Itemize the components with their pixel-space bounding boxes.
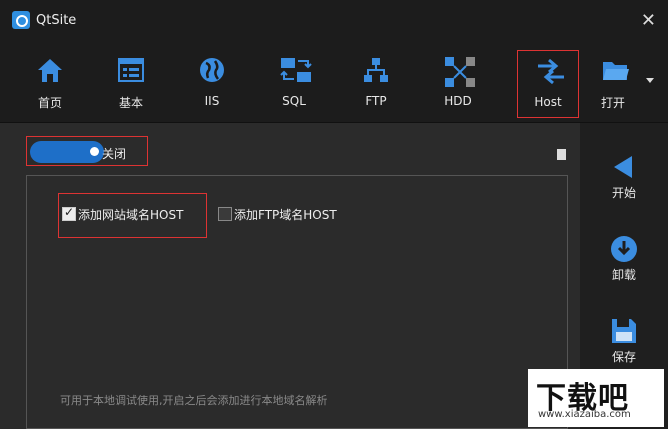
host-settings-panel: 关闭 添加网站域名HOST 添加FTP域名HOST 可用于本地调试使用,开启之后… [8,123,580,429]
document-icon[interactable] [557,149,566,160]
save-button[interactable]: 保存 [580,313,668,373]
window-title: QtSite [36,13,77,28]
tool-host-label: Host [534,95,562,109]
ftp-host-label: 添加FTP域名HOST [234,208,337,222]
tool-host-button[interactable]: Host [517,50,579,118]
toggle-knob [90,147,99,156]
settings-panel-icon [118,58,144,82]
watermark-logo: 下载吧 www.xiazaiba.com [528,369,664,427]
uninstall-button[interactable]: 卸载 [580,231,668,291]
tool-hdd-button[interactable]: HDD [426,50,490,116]
hint-text: 可用于本地调试使用,开启之后会添加进行本地域名解析 [60,394,328,407]
folder-icon [603,62,629,80]
toggle-label: 关闭 [102,147,127,161]
web-host-label: 添加网站域名HOST [78,208,184,222]
title-bar: QtSite ✕ [0,0,668,42]
tool-hdd-label: HDD [444,94,472,108]
tool-sql-button[interactable]: SQL [262,50,326,116]
tool-basic-button[interactable]: 基本 [99,50,163,116]
tool-basic-label: 基本 [118,96,143,110]
app-logo-icon [12,11,30,29]
tool-open-button[interactable]: 打开 [583,50,643,116]
tool-ftp-label: FTP [365,94,387,108]
database-sync-icon [280,58,312,82]
start-button[interactable]: 开始 [580,149,668,209]
globe-icon [200,58,224,82]
chevron-down-icon[interactable] [646,78,654,83]
tool-home-label: 首页 [37,96,62,110]
tool-iis-label: IIS [204,94,220,108]
tool-ftp-button[interactable]: FTP [344,50,408,116]
home-icon [38,59,62,82]
download-circle-icon [611,236,637,262]
tool-iis-button[interactable]: IIS [180,50,244,116]
hdd-icon [445,57,475,87]
main-toolbar: 首页 基本 IIS SQL FTP HDD Host 打开 [0,42,668,123]
uninstall-label: 卸载 [611,268,636,282]
tool-home-button[interactable]: 首页 [18,50,82,116]
save-disk-icon [612,319,636,343]
web-host-checkbox[interactable] [62,205,76,221]
start-label: 开始 [611,186,636,200]
play-left-icon [614,156,632,178]
network-icon [364,58,388,82]
host-toggle-switch[interactable] [30,141,104,163]
tool-sql-label: SQL [282,94,306,108]
swap-arrows-icon [538,58,564,85]
close-icon[interactable]: ✕ [641,10,656,31]
save-label: 保存 [611,350,636,364]
tool-open-label: 打开 [600,96,625,110]
ftp-host-checkbox[interactable] [218,207,232,221]
watermark-url: www.xiazaiba.com [538,409,631,420]
